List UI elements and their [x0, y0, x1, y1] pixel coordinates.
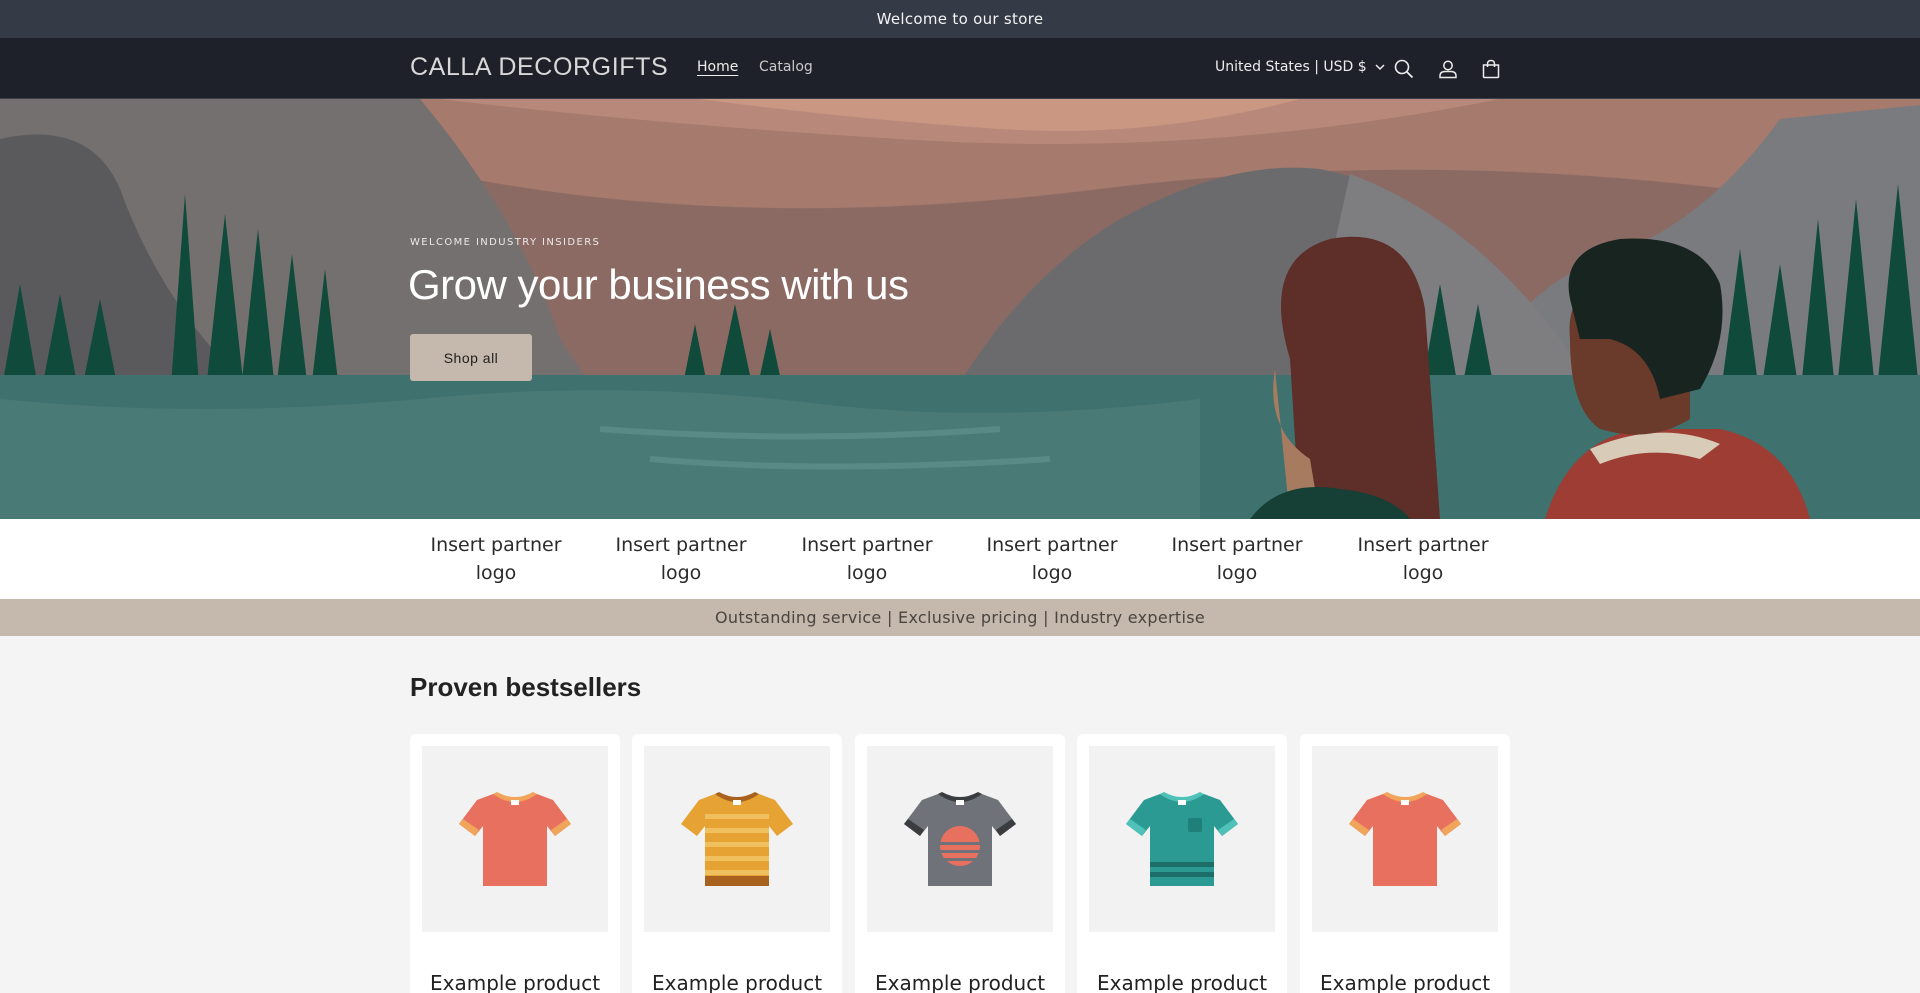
- cart-button[interactable]: [1478, 56, 1504, 82]
- nav-link-home[interactable]: Home: [697, 59, 738, 75]
- partner-logo-placeholder: Insert partner logo: [986, 534, 1118, 584]
- partner-logo-placeholder: Insert partner logo: [1357, 534, 1489, 584]
- partner-logo-placeholder: Insert partner logo: [430, 534, 562, 584]
- tshirt-icon: [681, 792, 793, 886]
- account-button[interactable]: [1435, 56, 1461, 82]
- shop-all-button[interactable]: Shop all: [410, 334, 532, 381]
- tshirt-icon: [1126, 792, 1238, 886]
- product-image[interactable]: [1089, 746, 1275, 932]
- cart-icon: [1482, 59, 1500, 79]
- product-title[interactable]: Example product: [875, 971, 1045, 993]
- tshirt-icon: [459, 792, 571, 886]
- bestsellers-heading: Proven bestsellers: [410, 672, 642, 702]
- product-title[interactable]: Example product: [1097, 971, 1267, 993]
- announcement-bar: Welcome to our store: [0, 0, 1920, 38]
- search-icon: [1394, 59, 1414, 79]
- partner-logo-placeholder: Insert partner logo: [801, 534, 933, 584]
- product-image[interactable]: [1312, 746, 1498, 932]
- hero-subheading: WELCOME INDUSTRY INSIDERS: [410, 237, 601, 248]
- account-icon: [1439, 60, 1457, 79]
- value-proposition-text: Outstanding service | Exclusive pricing …: [715, 608, 1205, 627]
- chevron-down-icon: [1375, 63, 1385, 70]
- tshirt-icon: [904, 792, 1016, 886]
- product-title[interactable]: Example product: [1320, 971, 1490, 993]
- hero-banner: WELCOME INDUSTRY INSIDERS Grow your busi…: [0, 99, 1920, 519]
- product-title[interactable]: Example product: [652, 971, 822, 993]
- value-proposition-bar: Outstanding service | Exclusive pricing …: [0, 599, 1920, 636]
- country-currency-label: United States | USD $: [1215, 59, 1367, 75]
- nav-link-catalog[interactable]: Catalog: [759, 59, 813, 75]
- product-title[interactable]: Example product: [430, 971, 600, 993]
- product-image[interactable]: [422, 746, 608, 932]
- product-card[interactable]: Example product: [410, 734, 620, 993]
- product-card[interactable]: Example product: [855, 734, 1065, 993]
- announcement-text: Welcome to our store: [876, 10, 1044, 28]
- product-card[interactable]: Example product: [632, 734, 842, 993]
- site-header: CALLA DECORGIFTS Home Catalog United Sta…: [0, 38, 1920, 99]
- tshirt-icon: [1349, 792, 1461, 886]
- country-currency-selector[interactable]: United States | USD $: [1215, 59, 1385, 75]
- product-card[interactable]: Example product: [1077, 734, 1287, 993]
- partner-logos-strip: Insert partner logo Insert partner logo In…: [0, 519, 1920, 599]
- search-button[interactable]: [1391, 56, 1417, 82]
- hero-illustration: [0, 99, 1920, 519]
- store-logo[interactable]: CALLA DECORGIFTS: [410, 53, 668, 82]
- product-image[interactable]: [644, 746, 830, 932]
- product-image[interactable]: [867, 746, 1053, 932]
- partner-logo-placeholder: Insert partner logo: [1171, 534, 1303, 584]
- partner-logo-placeholder: Insert partner logo: [615, 534, 747, 584]
- hero-heading: Grow your business with us: [408, 261, 909, 308]
- product-card[interactable]: Example product: [1300, 734, 1510, 993]
